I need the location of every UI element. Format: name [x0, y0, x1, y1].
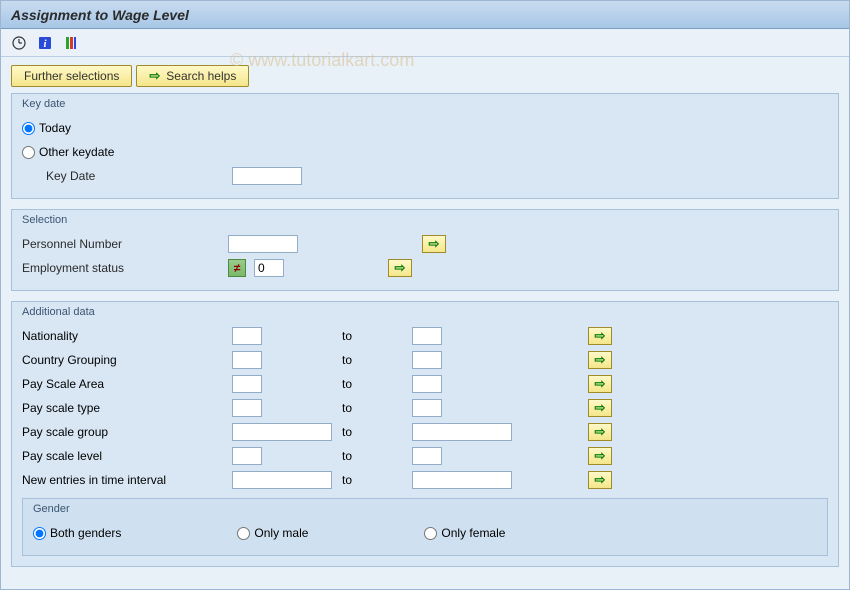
radio-today[interactable]: Today [22, 121, 71, 135]
info-icon[interactable]: i [35, 34, 55, 52]
multiple-selection-button[interactable]: ⇨ [588, 447, 612, 465]
group-selection-legend: Selection [22, 214, 828, 226]
key-date-label: Key Date [46, 169, 226, 183]
group-gender-legend: Gender [33, 503, 817, 515]
range-from-input[interactable] [232, 327, 262, 345]
gender-radio[interactable]: Only male [237, 526, 308, 540]
range-from-input[interactable] [232, 423, 332, 441]
to-label: to [342, 449, 412, 463]
to-label: to [342, 353, 412, 367]
to-label: to [342, 377, 412, 391]
gender-radio-input[interactable] [237, 527, 250, 540]
multiple-selection-button[interactable]: ⇨ [588, 423, 612, 441]
gender-radio-label: Only female [441, 526, 505, 540]
arrow-right-icon: ⇨ [595, 376, 606, 392]
title-bar: Assignment to Wage Level [1, 1, 849, 29]
to-label: to [342, 329, 412, 343]
arrow-right-icon: ⇨ [429, 236, 440, 252]
gender-radio-label: Both genders [50, 526, 121, 540]
range-from-input[interactable] [232, 399, 262, 417]
range-to-input[interactable] [412, 375, 442, 393]
search-helps-button[interactable]: ⇨ Search helps [136, 65, 249, 87]
radio-today-label: Today [39, 121, 71, 135]
field-label: Pay Scale Area [22, 377, 232, 391]
gender-radio-input[interactable] [33, 527, 46, 540]
field-label: Employment status [22, 261, 222, 275]
page-title: Assignment to Wage Level [11, 7, 189, 23]
range-row: Pay Scale Area to ⇨ [22, 372, 828, 396]
radio-other-label: Other keydate [39, 145, 114, 159]
group-key-date: Key date Today Other keydate Key Date [11, 93, 839, 199]
arrow-right-icon: ⇨ [595, 400, 606, 416]
further-selections-label: Further selections [24, 69, 119, 83]
group-gender: Gender Both genders Only male Only female [22, 498, 828, 556]
radio-other-input[interactable] [22, 146, 35, 159]
gender-radio-input[interactable] [424, 527, 437, 540]
multiple-selection-button[interactable]: ⇨ [388, 259, 412, 277]
gender-radio[interactable]: Both genders [33, 526, 121, 540]
further-selections-button[interactable]: Further selections [11, 65, 132, 87]
arrow-right-icon: ⇨ [595, 448, 606, 464]
range-row: Pay scale group to ⇨ [22, 420, 828, 444]
group-additional: Additional data Nationalityto⇨Country Gr… [11, 301, 839, 567]
field-label: Pay scale type [22, 401, 232, 415]
arrow-right-icon: ⇨ [149, 68, 160, 84]
search-helps-label: Search helps [166, 69, 236, 83]
selection-row: Personnel Number ⇨ [22, 232, 828, 256]
range-from-input[interactable] [232, 375, 262, 393]
multiple-selection-button[interactable]: ⇨ [588, 471, 612, 489]
not-equal-icon[interactable]: ≠ [228, 259, 246, 277]
execute-icon[interactable] [9, 34, 29, 52]
to-label: to [342, 473, 412, 487]
radio-other-keydate[interactable]: Other keydate [22, 145, 114, 159]
field-label: Pay scale level [22, 449, 232, 463]
range-to-input[interactable] [412, 351, 442, 369]
range-row: New entries in time interval to ⇨ [22, 468, 828, 492]
selection-buttons: Further selections ⇨ Search helps [11, 65, 839, 87]
range-from-input[interactable] [232, 351, 262, 369]
arrow-right-icon: ⇨ [595, 472, 606, 488]
app-toolbar: i [1, 29, 849, 57]
arrow-right-icon: ⇨ [595, 328, 606, 344]
field-label: Pay scale group [22, 425, 232, 439]
arrow-right-icon: ⇨ [595, 424, 606, 440]
range-to-input[interactable] [412, 327, 442, 345]
field-label: Country Grouping [22, 353, 232, 367]
multiple-selection-button[interactable]: ⇨ [588, 399, 612, 417]
group-key-date-legend: Key date [22, 98, 828, 110]
range-to-input[interactable] [412, 447, 442, 465]
range-to-input[interactable] [412, 399, 442, 417]
field-label: Personnel Number [22, 237, 222, 251]
selection-row: Employment status ≠ ⇨ [22, 256, 828, 280]
multiple-selection-button[interactable]: ⇨ [588, 351, 612, 369]
group-additional-legend: Additional data [22, 306, 828, 318]
content-area: Further selections ⇨ Search helps Key da… [1, 57, 849, 589]
radio-today-input[interactable] [22, 122, 35, 135]
group-selection: Selection Personnel Number⇨Employment st… [11, 209, 839, 291]
data-source-icon[interactable] [61, 34, 81, 52]
arrow-right-icon: ⇨ [595, 352, 606, 368]
to-label: to [342, 401, 412, 415]
arrow-right-icon: ⇨ [395, 260, 406, 276]
range-to-input[interactable] [412, 423, 512, 441]
range-from-input[interactable] [232, 447, 262, 465]
to-label: to [342, 425, 412, 439]
selection-input[interactable] [254, 259, 284, 277]
range-row: Nationality to ⇨ [22, 324, 828, 348]
key-date-input[interactable] [232, 167, 302, 185]
multiple-selection-button[interactable]: ⇨ [588, 327, 612, 345]
range-row: Country Grouping to ⇨ [22, 348, 828, 372]
gender-radio-label: Only male [254, 526, 308, 540]
range-row: Pay scale type to ⇨ [22, 396, 828, 420]
field-label: New entries in time interval [22, 473, 232, 487]
range-row: Pay scale level to ⇨ [22, 444, 828, 468]
range-to-input[interactable] [412, 471, 512, 489]
gender-radio[interactable]: Only female [424, 526, 505, 540]
range-from-input[interactable] [232, 471, 332, 489]
multiple-selection-button[interactable]: ⇨ [588, 375, 612, 393]
selection-input[interactable] [228, 235, 298, 253]
field-label: Nationality [22, 329, 232, 343]
multiple-selection-button[interactable]: ⇨ [422, 235, 446, 253]
